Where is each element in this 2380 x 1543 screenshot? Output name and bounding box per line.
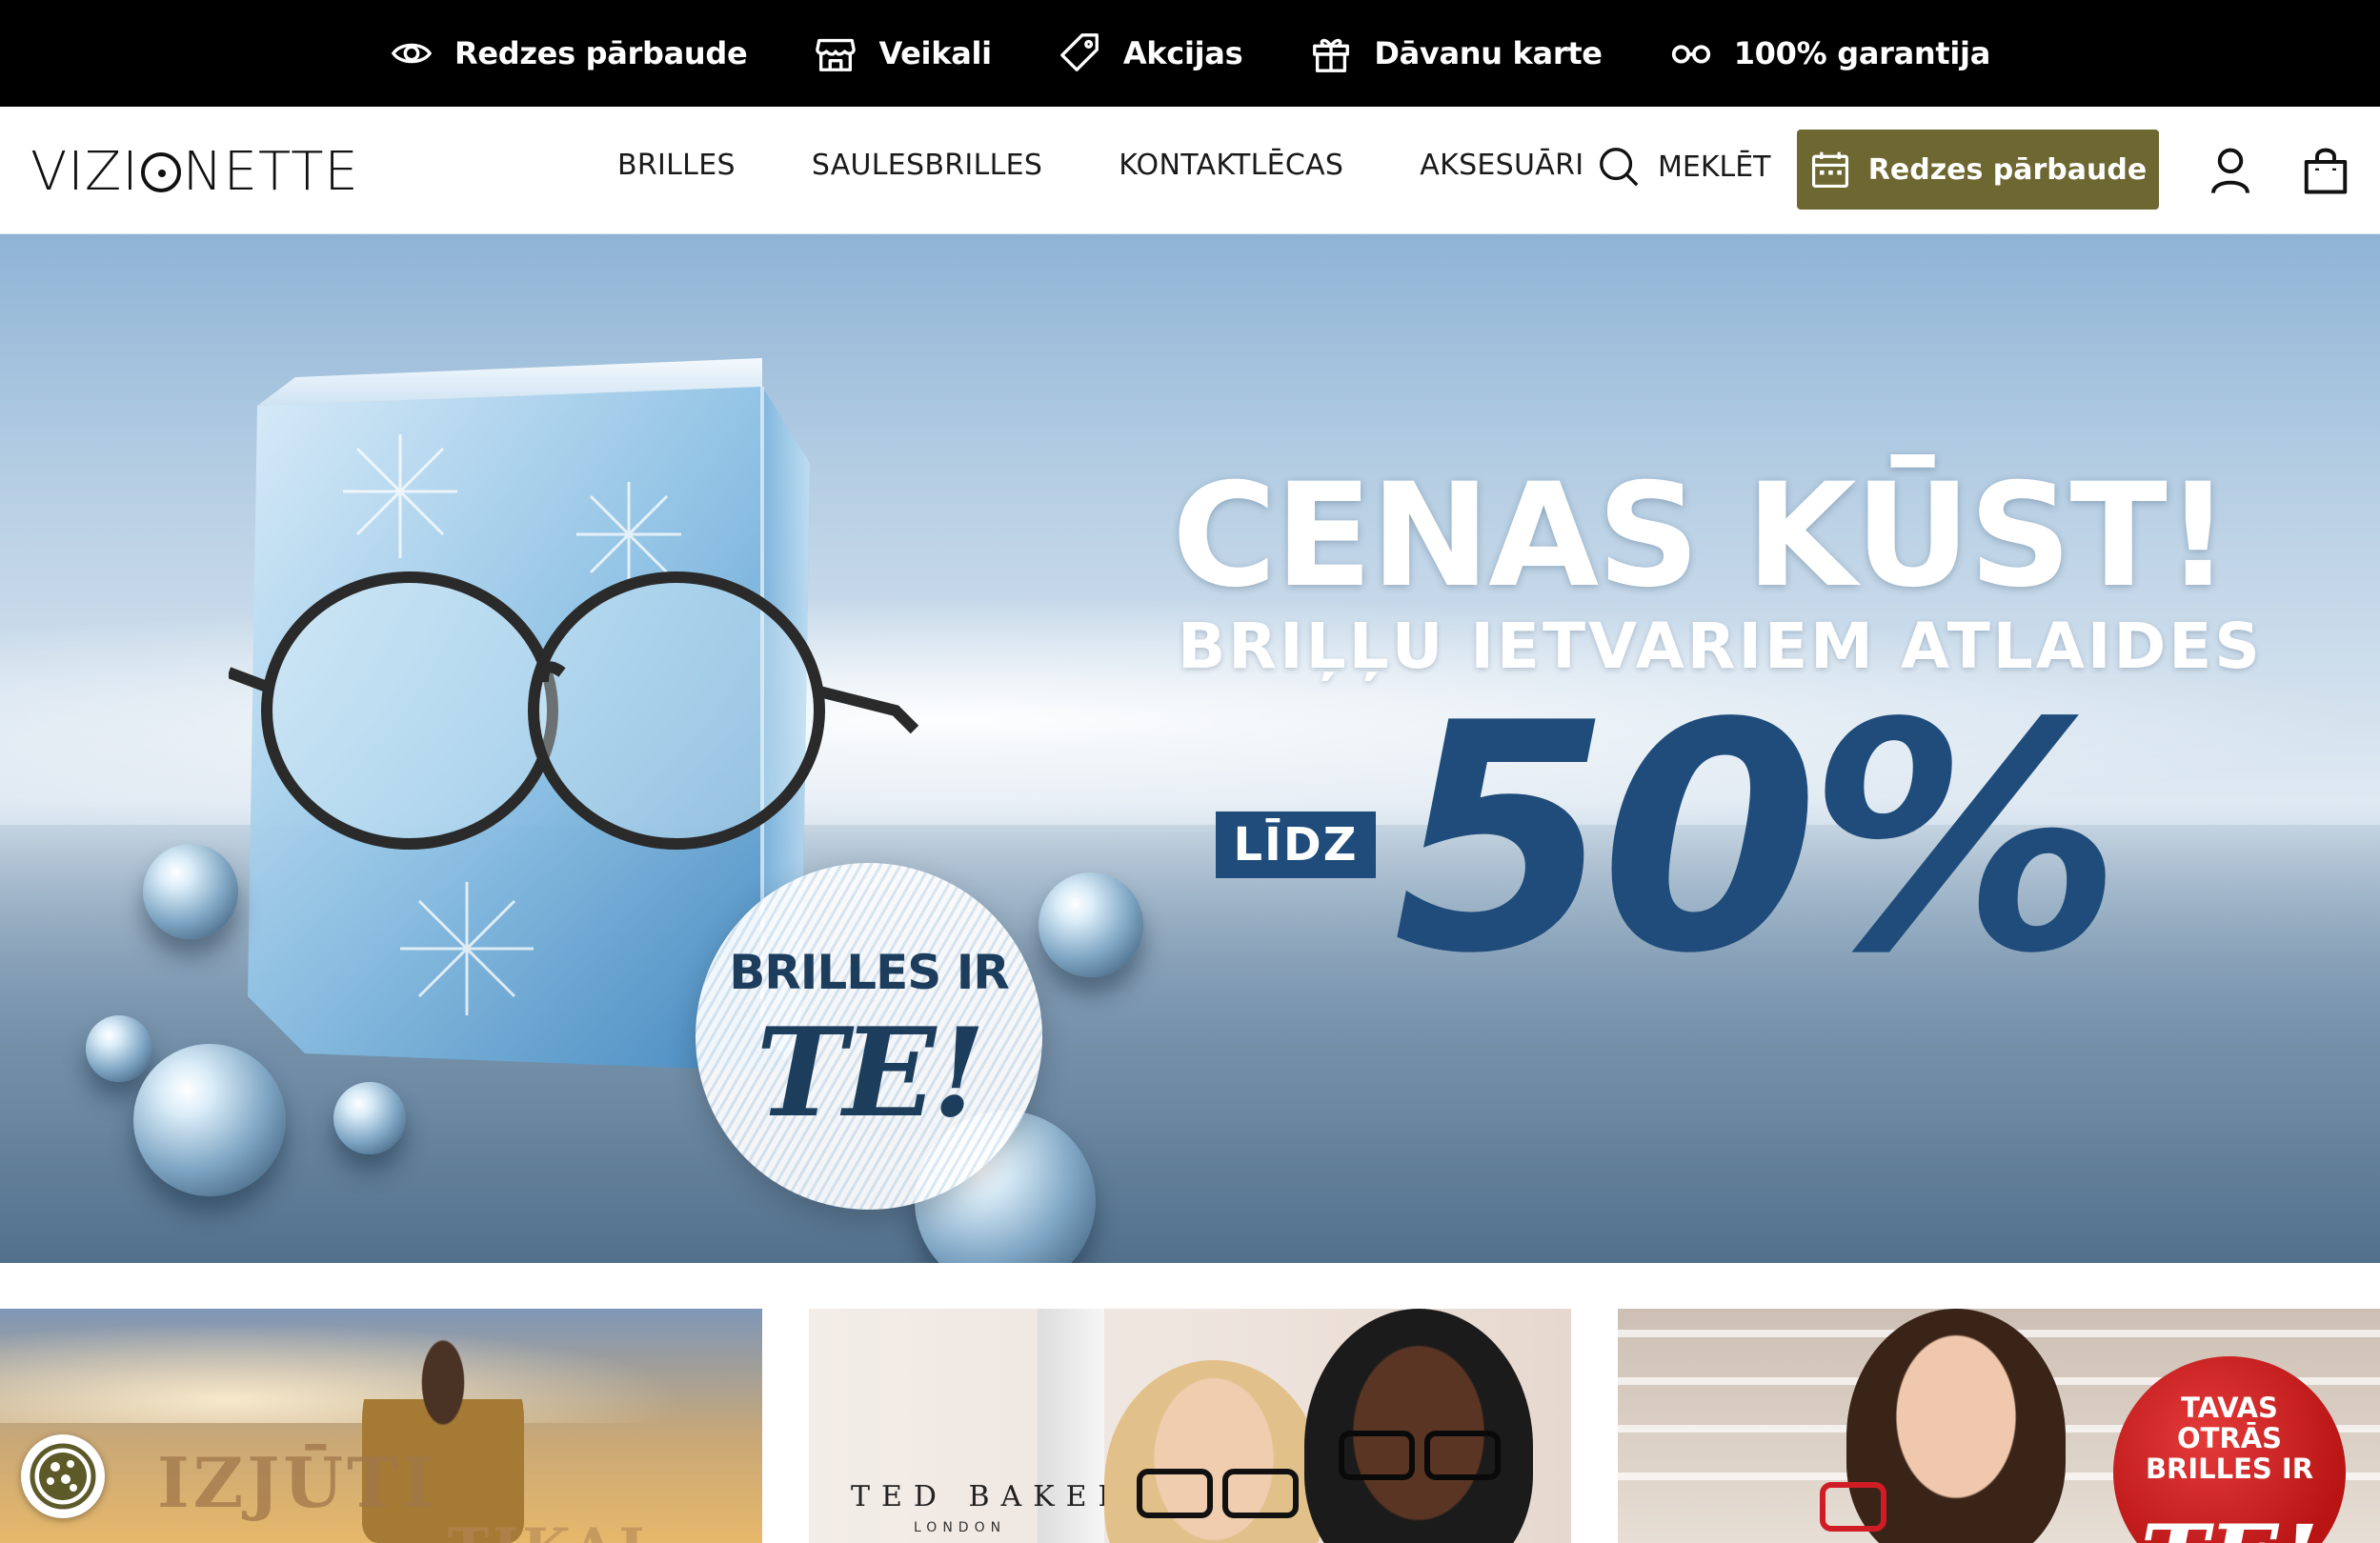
search-icon [1600, 148, 1639, 187]
nav-item-accessories[interactable]: AKSESUĀRI [1420, 149, 1583, 182]
topbar-label: Akcijas [1122, 35, 1243, 71]
topbar-link-stores[interactable]: Veikali [814, 31, 992, 75]
promo-card-second-pair[interactable]: TAVAS OTRĀS BRILLES IR TE! [1618, 1309, 2380, 1543]
hero-discount-value: 50% [1393, 656, 2123, 1022]
store-icon [816, 38, 857, 71]
tag-icon [1060, 33, 1099, 71]
water-droplet [86, 1015, 152, 1082]
glasses-frame [1137, 1469, 1213, 1518]
badge-line-1: TAVAS [2181, 1392, 2278, 1424]
eye-test-booking-label: Redzes pārbaude [1867, 152, 2148, 187]
eye-icon [391, 43, 433, 64]
topbar-label: Veikali [878, 35, 992, 71]
topbar-label: Dāvanu karte [1374, 35, 1603, 71]
main-header: VIZI NETTE BRILLES SAULESBRILLES KONTAKTL… [0, 107, 2380, 234]
badge-line-2: OTRĀS [2176, 1422, 2283, 1454]
main-nav: BRILLES SAULESBRILLES KONTAKTLĒCAS AKSES… [617, 149, 1583, 182]
logo-o-icon [140, 152, 181, 192]
man-with-glasses-image [1304, 1309, 1533, 1543]
promo-card-ted-baker[interactable]: TED BAKER LONDON [809, 1309, 1571, 1543]
glasses-frame [1339, 1431, 1415, 1480]
badge-line-2: TE! [756, 1002, 986, 1145]
search-button[interactable]: MEKLĒT [1597, 145, 1771, 189]
account-button[interactable] [2205, 145, 2256, 196]
water-droplet [333, 1082, 406, 1154]
brilles-ir-te-badge[interactable]: BRILLES IR TE! [696, 863, 1042, 1210]
topbar-link-gift-card[interactable]: Dāvanu karte [1309, 31, 1603, 75]
hero-banner[interactable]: CENAS KŪST! BRIĻĻU IETVARIEM ATLAIDES LĪ… [0, 234, 2380, 1263]
logo-text-prefix: VIZI [30, 141, 139, 203]
calendar-icon [1811, 151, 1848, 189]
topbar-link-promotions[interactable]: Akcijas [1059, 31, 1243, 75]
glasses-frame [1424, 1431, 1501, 1480]
red-glasses-frame [1820, 1482, 1886, 1532]
glasses-icon [1671, 45, 1710, 64]
badge-line-4: TE! [2113, 1505, 2346, 1543]
badge-line-3: BRILLES IR [2145, 1453, 2314, 1485]
nav-item-sunglasses[interactable]: SAULESBRILLES [812, 149, 1042, 182]
search-label: MEKLĒT [1658, 150, 1771, 184]
promo-card-izjuti[interactable]: IZJŪTI TIKAI [0, 1309, 762, 1543]
promo-card-1-text-2: TIKAI [448, 1516, 648, 1543]
promo-card-1-text: IZJŪTI [157, 1442, 438, 1523]
topbar-label: 100% garantija [1733, 35, 1991, 71]
eye-test-booking-button[interactable]: Redzes pārbaude [1797, 130, 2159, 210]
topbar-link-eye-test[interactable]: Redzes pārbaude [390, 31, 748, 75]
ted-baker-logo-sub: LONDON [914, 1520, 1007, 1535]
water-droplet [133, 1044, 286, 1196]
logo-text-suffix: NETTE [182, 141, 359, 203]
gift-icon [1313, 38, 1350, 72]
glasses-frame [1222, 1469, 1299, 1518]
water-droplet [1039, 872, 1143, 977]
site-logo[interactable]: VIZI NETTE [30, 141, 359, 203]
water-droplet [143, 844, 238, 939]
topbar-label: Redzes pārbaude [454, 35, 748, 71]
cookie-icon [30, 1443, 96, 1510]
promo-cards-row: IZJŪTI TIKAI TED BAKER LONDON TAVAS OTRĀ… [0, 1309, 2380, 1543]
shopping-bag-icon [2304, 148, 2348, 194]
cookie-settings-button[interactable] [21, 1434, 105, 1518]
badge-line-1: BRILLES IR [729, 945, 1010, 1000]
nav-item-glasses[interactable]: BRILLES [617, 149, 736, 182]
top-utility-bar: Redzes pārbaude Veikali Akcijas Dāvanu k… [0, 0, 2380, 107]
hero-up-to-label: LĪDZ [1216, 812, 1376, 878]
topbar-link-guarantee[interactable]: 100% garantija [1669, 31, 1990, 75]
hero-title: CENAS KŪST! [1172, 453, 2230, 619]
cart-button[interactable] [2300, 145, 2351, 196]
nav-item-contact-lenses[interactable]: KONTAKTLĒCAS [1119, 149, 1343, 182]
ted-baker-logo: TED BAKER [851, 1480, 1132, 1513]
user-icon [2211, 148, 2249, 194]
